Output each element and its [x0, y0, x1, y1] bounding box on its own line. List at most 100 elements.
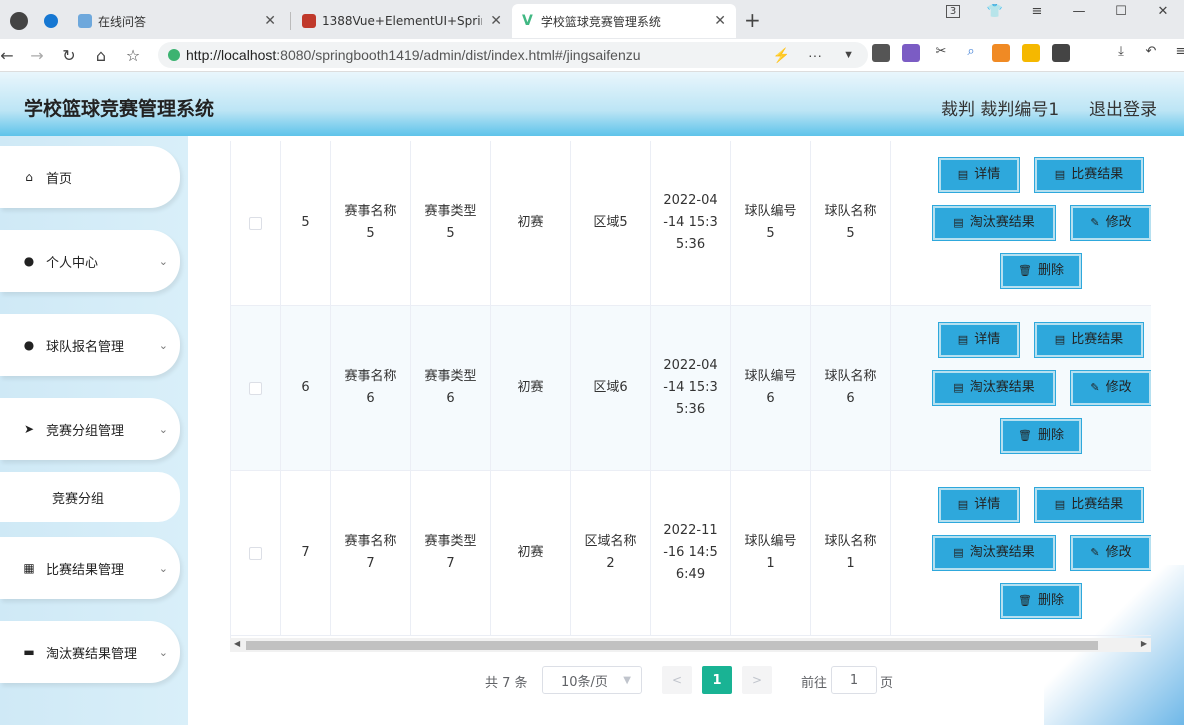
- reload-icon[interactable]: ↻: [54, 46, 84, 65]
- download-icon[interactable]: ⤓: [1112, 44, 1130, 62]
- chevron-down-icon: ▼: [623, 674, 631, 686]
- time-cell: 2022-04 -14 15:3 5:36: [651, 306, 731, 470]
- table-row: 7 赛事名称 7 赛事类型 7 初赛 区域名称 2 2022-11 -16 14…: [231, 471, 1151, 636]
- result-button[interactable]: ▤ 比赛结果: [1034, 157, 1144, 193]
- button-label: 淘汰赛结果: [969, 545, 1035, 560]
- send-icon: [44, 14, 58, 28]
- app-title: 学校篮球竞赛管理系统: [24, 98, 215, 120]
- event-type-cell: 赛事类型 7: [411, 471, 491, 635]
- tab-close-icon[interactable]: ✕: [490, 13, 502, 29]
- qa-favicon-icon: [78, 14, 92, 28]
- scroll-right-icon[interactable]: ▶: [1141, 639, 1147, 648]
- apps-icon[interactable]: [1052, 44, 1070, 62]
- new-tab-icon[interactable]: +: [744, 8, 761, 32]
- row-checkbox[interactable]: [249, 216, 262, 230]
- page-size-value: 10条/页: [561, 674, 608, 690]
- logout-button[interactable]: 退出登录: [1089, 95, 1157, 120]
- browser-tab-2[interactable]: 1388Vue+ElementUI+Sprinc ✕: [292, 4, 512, 38]
- search-icon[interactable]: ⌕: [962, 44, 980, 62]
- shirt-icon[interactable]: 👕: [974, 4, 1016, 19]
- team-number-value: 球队编号 1: [744, 534, 797, 571]
- vue-favicon-icon: V: [522, 13, 533, 29]
- delete-button[interactable]: 🗑 删除: [1000, 583, 1082, 619]
- menu-icon[interactable]: ≡: [1016, 4, 1058, 19]
- page-1-button[interactable]: 1: [702, 666, 732, 694]
- delete-button[interactable]: 🗑 删除: [1000, 418, 1082, 454]
- maximize-icon[interactable]: ☐: [1100, 4, 1142, 19]
- browser-tab-3[interactable]: V 学校篮球竞赛管理系统 ✕: [512, 4, 736, 38]
- url-path: :8080/springbooth1419/admin/dist/index.h…: [276, 47, 641, 63]
- chevron-down-icon: ⌄: [158, 645, 168, 659]
- bookmark-star-icon[interactable]: ☆: [118, 46, 148, 65]
- undo-icon[interactable]: ↶: [1142, 44, 1160, 62]
- event-type-cell: 赛事类型 6: [411, 306, 491, 470]
- sidebar-item-knockout-results[interactable]: ▬ 淘汰赛结果管理 ⌄: [0, 621, 180, 683]
- knockout-result-button[interactable]: ▤ 淘汰赛结果: [932, 205, 1056, 241]
- gamepad-icon[interactable]: [992, 44, 1010, 62]
- sidebar-item-label: 竞赛分组: [52, 491, 105, 507]
- close-window-icon[interactable]: ✕: [1142, 4, 1184, 19]
- time-cell: 2022-11 -16 14:5 6:49: [651, 471, 731, 635]
- translate-icon[interactable]: [902, 44, 920, 62]
- round-cell: 初赛: [491, 471, 571, 635]
- home-icon: ⌂: [25, 170, 33, 184]
- edit-button[interactable]: ✎ 修改: [1070, 205, 1151, 241]
- more-icon[interactable]: ···: [808, 47, 822, 63]
- url-field[interactable]: http://localhost:8080/springbooth1419/ad…: [158, 42, 868, 68]
- forward-icon[interactable]: →: [22, 46, 52, 65]
- knockout-result-button[interactable]: ▤ 淘汰赛结果: [932, 370, 1056, 406]
- result-button[interactable]: ▤ 比赛结果: [1034, 322, 1144, 358]
- scrollbar-thumb[interactable]: [246, 641, 1098, 650]
- tab-title: 学校篮球竞赛管理系统: [540, 14, 661, 29]
- grid-icon: ▦: [23, 561, 35, 575]
- tab-counter[interactable]: 3: [945, 4, 961, 18]
- horizontal-scrollbar[interactable]: ◀ ▶: [230, 638, 1151, 652]
- lightning-icon[interactable]: ⚡: [773, 47, 790, 64]
- edit-button[interactable]: ✎ 修改: [1070, 535, 1151, 571]
- sidebar-item-personal-center[interactable]: ● 个人中心 ⌄: [0, 230, 180, 292]
- tab-close-icon[interactable]: ✕: [714, 13, 726, 29]
- row-checkbox[interactable]: [249, 546, 262, 560]
- goto-page-input[interactable]: 1: [831, 666, 877, 694]
- event-name-value: 赛事名称 6: [344, 369, 397, 406]
- sidebar-item-label: 竞赛分组管理: [46, 423, 125, 439]
- chevron-down-icon[interactable]: ▼: [843, 49, 854, 61]
- edit-button[interactable]: ✎ 修改: [1070, 370, 1151, 406]
- sidebar-subitem-groups[interactable]: 竞赛分组: [0, 472, 180, 522]
- next-page-button[interactable]: >: [742, 666, 772, 694]
- prev-page-button[interactable]: <: [662, 666, 692, 694]
- event-type-cell: 赛事类型 5: [411, 141, 491, 305]
- scissors-icon[interactable]: ✂: [932, 44, 950, 62]
- sidebar: ⌂ 首页 ● 个人中心 ⌄ ● 球队报名管理 ⌄ ➤ 竞赛分组管理 ⌄ 竞赛分组…: [0, 136, 188, 725]
- sidebar-item-home[interactable]: ⌂ 首页: [0, 146, 180, 208]
- delete-button[interactable]: 🗑 删除: [1000, 253, 1082, 289]
- team-number-cell: 球队编号 6: [731, 306, 811, 470]
- sidebar-item-match-results[interactable]: ▦ 比赛结果管理 ⌄: [0, 537, 180, 599]
- shield-icon[interactable]: [1022, 44, 1040, 62]
- result-button[interactable]: ▤ 比赛结果: [1034, 487, 1144, 523]
- page-size-select[interactable]: 10条/页 ▼: [542, 666, 642, 694]
- detail-button[interactable]: ▤ 详情: [938, 322, 1020, 358]
- document-icon: ▤: [953, 546, 964, 559]
- detail-button[interactable]: ▤ 详情: [938, 157, 1020, 193]
- detail-button[interactable]: ▤ 详情: [938, 487, 1020, 523]
- chevron-down-icon: ⌄: [158, 338, 168, 352]
- knockout-result-button[interactable]: ▤ 淘汰赛结果: [932, 535, 1056, 571]
- browser-tab-1[interactable]: 在线问答 ✕: [34, 4, 286, 38]
- home-icon[interactable]: ⌂: [86, 46, 116, 65]
- row-checkbox[interactable]: [249, 381, 262, 395]
- tab-title: 在线问答: [98, 14, 147, 29]
- table-row: 6 赛事名称 6 赛事类型 6 初赛 区域6 2022-04 -14 15:3 …: [231, 306, 1151, 471]
- scroll-left-icon[interactable]: ◀: [234, 639, 240, 648]
- tab-close-icon[interactable]: ✕: [264, 13, 276, 29]
- send-icon: ➤: [23, 422, 35, 436]
- document-icon: ▤: [1054, 498, 1066, 511]
- sidebar-item-team-registration[interactable]: ● 球队报名管理 ⌄: [0, 314, 180, 376]
- sidebar-item-label: 个人中心: [46, 255, 99, 271]
- back-icon[interactable]: ←: [0, 46, 22, 65]
- sidebar-item-group-management[interactable]: ➤ 竞赛分组管理 ⌄: [0, 398, 180, 460]
- minimize-icon[interactable]: —: [1058, 4, 1100, 19]
- pocket-icon[interactable]: [872, 44, 890, 62]
- button-label: 修改: [1105, 545, 1132, 560]
- menu-icon[interactable]: ≡: [1172, 44, 1184, 62]
